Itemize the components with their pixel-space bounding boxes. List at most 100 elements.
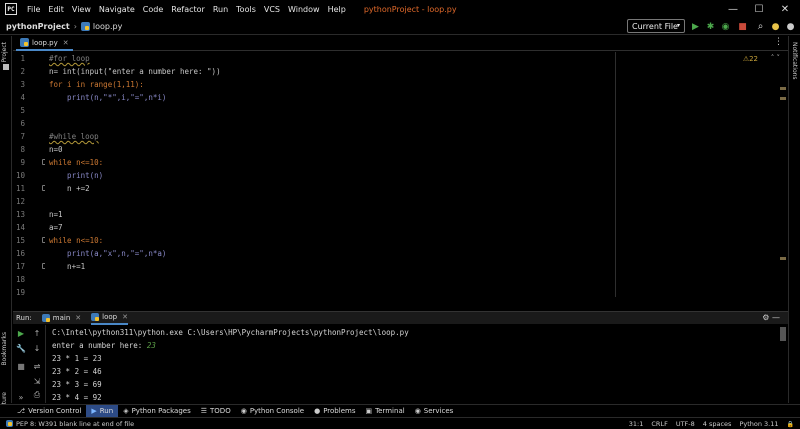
menu-code[interactable]: Code: [143, 5, 163, 14]
breadcrumb-project[interactable]: pythonProject: [6, 22, 70, 31]
menu-edit[interactable]: Edit: [48, 5, 64, 14]
menu-file[interactable]: File: [27, 5, 40, 14]
line-number: 19: [15, 288, 25, 297]
run-panel-settings-icon[interactable]: ⚙ —: [762, 313, 780, 322]
menu-tools[interactable]: Tools: [236, 5, 256, 14]
menu-run[interactable]: Run: [213, 5, 228, 14]
menu-refactor[interactable]: Refactor: [171, 5, 205, 14]
packages-icon: ◈: [123, 407, 129, 415]
maximize-button[interactable]: ☐: [746, 0, 772, 18]
line-number: 12: [15, 197, 25, 206]
scrollbar-marker[interactable]: [780, 87, 786, 90]
run-configuration-dropdown[interactable]: Current File ▾: [627, 19, 685, 33]
debug-icon[interactable]: ✱: [705, 21, 716, 32]
line-separator[interactable]: CRLF: [651, 420, 667, 428]
line-number: 14: [15, 223, 25, 232]
wrench-icon[interactable]: 🔧: [16, 343, 26, 353]
console-line: C:\Intel\python311\python.exe C:\Users\H…: [52, 328, 409, 337]
menu-window[interactable]: Window: [288, 5, 320, 14]
close-window-button[interactable]: ✕: [772, 0, 798, 18]
stop-icon[interactable]: ■: [737, 21, 748, 32]
tool-tab-python-console[interactable]: ◉ Python Console: [236, 405, 309, 418]
menu-vcs[interactable]: VCS: [264, 5, 280, 14]
python-file-icon: [20, 38, 29, 47]
inspection-navigation-arrows[interactable]: ˄ ˅: [771, 54, 780, 62]
more-actions-icon[interactable]: »: [16, 392, 26, 402]
code-line[interactable]: n+=1: [49, 262, 85, 271]
code-line[interactable]: n= int(input("enter a number here: ")): [49, 67, 221, 76]
inspection-warnings-badge[interactable]: ⚠22: [743, 55, 758, 63]
tool-tab-version-control[interactable]: ⎇ Version Control: [12, 405, 86, 418]
code-line[interactable]: n +=2: [49, 184, 90, 193]
lock-icon[interactable]: 🔒: [787, 421, 794, 428]
code-line[interactable]: while n<=10:: [49, 236, 103, 245]
settings-icon[interactable]: ●: [785, 21, 796, 32]
menu-help[interactable]: Help: [328, 5, 346, 14]
code-line[interactable]: #for loop: [49, 54, 90, 63]
bookmarks-tool-button[interactable]: Bookmarks: [1, 332, 8, 366]
coverage-icon[interactable]: ◉: [720, 21, 731, 32]
right-margin-guide: [615, 52, 616, 297]
line-number-gutter: 1 2 3 4 5 6 7 8 9 10 11 12 13 14 15 16 1…: [13, 52, 47, 297]
print-icon[interactable]: ⎙: [32, 390, 42, 400]
notifications-tool-button[interactable]: Notifications: [791, 42, 798, 80]
scroll-to-end-icon[interactable]: ⇲: [32, 376, 42, 386]
run-toolbar: ▶ ↑ 🔧 ↓ ■ ⇌ ⇲ ⎙ »: [13, 325, 45, 403]
run-tab-main[interactable]: main ✕: [41, 314, 81, 322]
updates-icon[interactable]: ●: [770, 21, 781, 32]
python-file-icon: [6, 420, 13, 427]
code-line[interactable]: print(a,"x",n,"=",n*a): [49, 249, 166, 258]
python-interpreter[interactable]: Python 3.11: [739, 420, 778, 428]
scrollbar-marker[interactable]: [780, 97, 786, 100]
menu-navigate[interactable]: Navigate: [99, 5, 135, 14]
caret-position[interactable]: 31:1: [629, 420, 644, 428]
indent-setting[interactable]: 4 spaces: [703, 420, 732, 428]
code-line[interactable]: a=7: [49, 223, 63, 232]
run-icon: ▶: [91, 407, 97, 415]
editor-tab-loop[interactable]: loop.py ✕: [16, 36, 73, 51]
run-icon[interactable]: ▶: [690, 21, 701, 32]
breadcrumb-file[interactable]: loop.py: [93, 22, 122, 31]
code-line[interactable]: while n<=10:: [49, 158, 103, 167]
console-prompt-line: enter a number here: 23: [52, 341, 156, 350]
status-message[interactable]: PEP 8: W391 blank line at end of file: [6, 420, 134, 428]
tool-tab-todo[interactable]: ☰ TODO: [196, 405, 236, 418]
file-encoding[interactable]: UTF-8: [676, 420, 695, 428]
line-number: 16: [15, 249, 25, 258]
tool-tab-services[interactable]: ◉ Services: [410, 405, 459, 418]
run-tab-loop[interactable]: loop ✕: [91, 312, 128, 325]
code-line[interactable]: for i in range(1,11):: [49, 80, 144, 89]
code-line[interactable]: n=1: [49, 210, 63, 219]
code-line[interactable]: print(n,"*",i,"=",n*i): [49, 93, 166, 102]
tool-tab-run[interactable]: ▶ Run: [86, 404, 119, 418]
console-line: 23 * 4 = 92: [52, 393, 102, 402]
code-line[interactable]: n=0: [49, 145, 63, 154]
run-console[interactable]: C:\Intel\python311\python.exe C:\Users\H…: [45, 325, 788, 403]
scroll-up-icon[interactable]: ↑: [32, 328, 42, 338]
scrollbar-marker[interactable]: [780, 257, 786, 260]
close-tab-icon[interactable]: ✕: [63, 39, 69, 47]
console-prompt: enter a number here:: [52, 341, 147, 350]
console-line: 23 * 1 = 23: [52, 354, 102, 363]
tool-tab-python-packages[interactable]: ◈ Python Packages: [118, 405, 196, 418]
search-icon[interactable]: ⌕: [755, 21, 766, 32]
rerun-icon[interactable]: ▶: [16, 328, 26, 338]
tool-window-bar: ⎇ Version Control ▶ Run ◈ Python Package…: [0, 404, 800, 418]
console-line: 23 * 3 = 69: [52, 380, 102, 389]
tool-tab-terminal[interactable]: ▣ Terminal: [360, 405, 409, 418]
minimize-button[interactable]: —: [720, 0, 746, 18]
menu-view[interactable]: View: [72, 5, 91, 14]
more-options-icon[interactable]: ⋮: [774, 37, 783, 47]
code-line[interactable]: print(n): [49, 171, 103, 180]
close-tab-icon[interactable]: ✕: [75, 314, 81, 322]
services-icon: ◉: [414, 407, 421, 415]
scroll-down-icon[interactable]: ↓: [32, 343, 42, 353]
code-editor[interactable]: ⚠22 ˄ ˅ #for loop n= int(input("enter a …: [45, 52, 788, 297]
close-tab-icon[interactable]: ✕: [122, 313, 128, 321]
soft-wrap-icon[interactable]: ⇌: [32, 361, 42, 371]
stop-run-icon[interactable]: ■: [16, 361, 26, 371]
code-line[interactable]: #while loop: [49, 132, 99, 141]
console-scrollbar[interactable]: [780, 327, 786, 341]
tool-tab-problems[interactable]: ● Problems: [309, 405, 360, 418]
status-bar: PEP 8: W391 blank line at end of file 31…: [0, 417, 800, 429]
